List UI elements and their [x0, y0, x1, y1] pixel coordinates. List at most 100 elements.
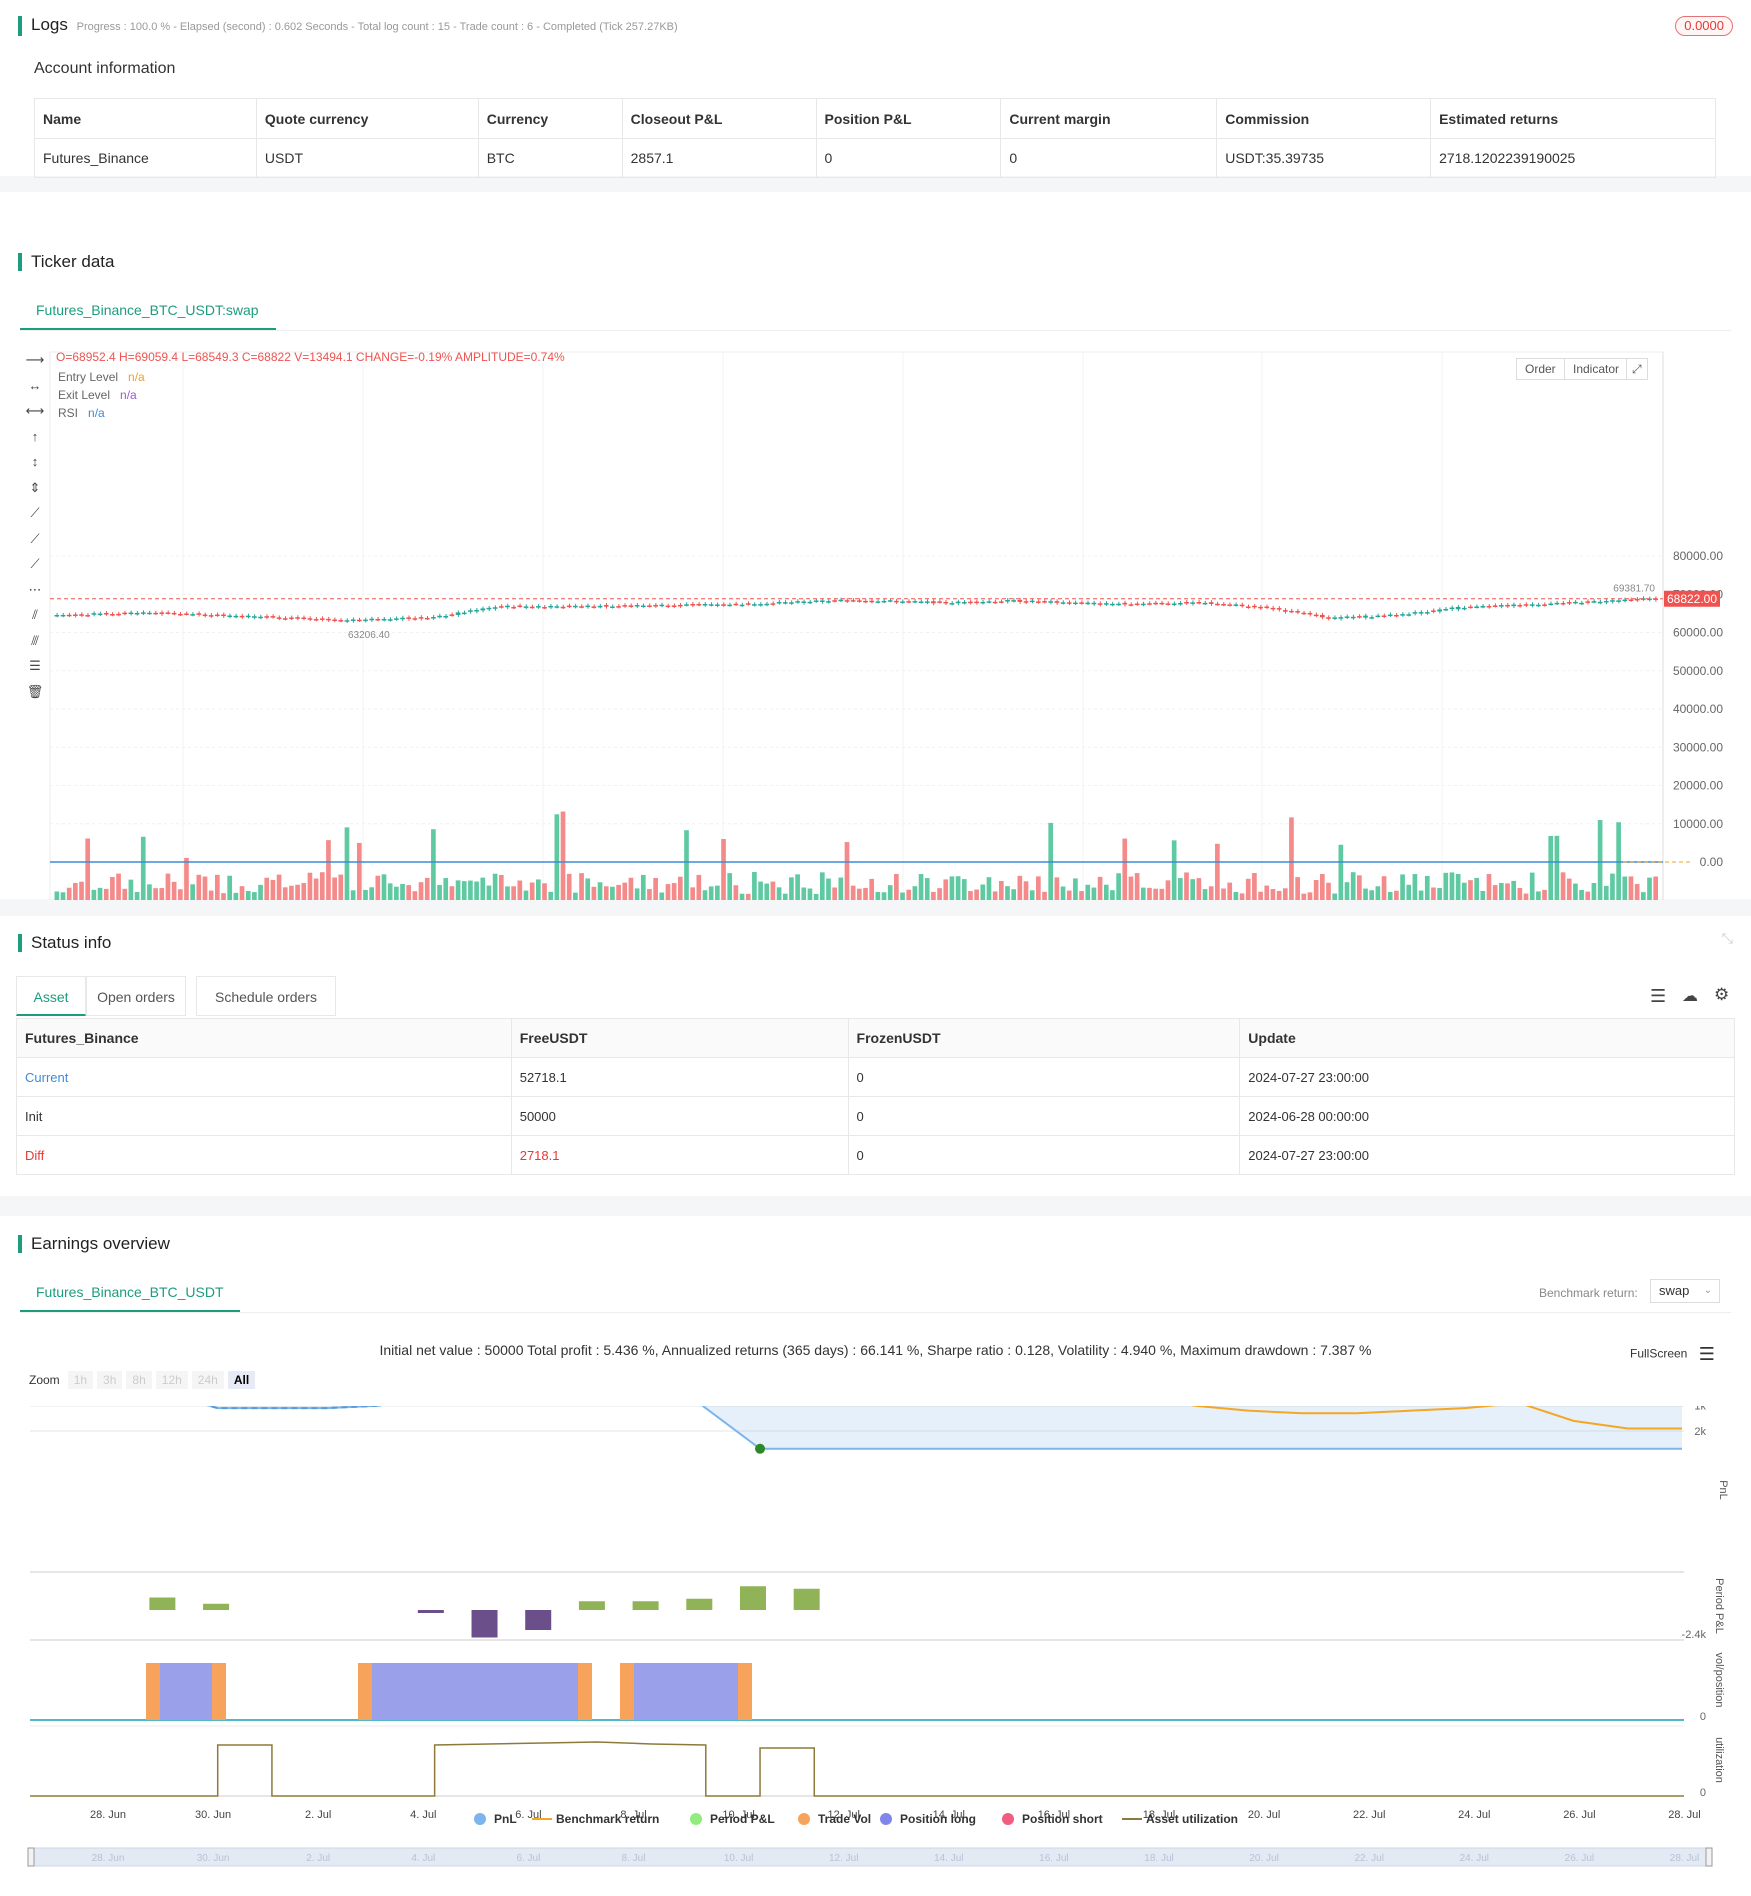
expand-icon[interactable]: ⤢: [1626, 358, 1648, 380]
candle-body: [634, 605, 640, 607]
legend-item[interactable]: Position short: [1002, 1812, 1103, 1826]
tab-asset[interactable]: Asset: [16, 976, 86, 1016]
tab-earnings-symbol[interactable]: Futures_Binance_BTC_USDT: [20, 1272, 240, 1312]
volume-bar: [1116, 873, 1121, 900]
zoom-button-1h[interactable]: 1h: [67, 1371, 94, 1389]
volume-bar: [1289, 817, 1294, 900]
candle-body: [1449, 607, 1455, 610]
volume-bar: [1566, 878, 1572, 900]
candle-body: [1023, 601, 1029, 603]
candle-body: [1560, 602, 1566, 605]
indicator-button[interactable]: Indicator: [1564, 358, 1629, 380]
candle-body: [153, 612, 158, 615]
gear-icon[interactable]: ⚙: [1714, 985, 1729, 1005]
legend-item[interactable]: PnL: [474, 1812, 517, 1826]
earnings-chart[interactable]: 2k1k0-1k-2k-3k-2.4k00PnLPeriod P&Lvol/po…: [0, 1406, 1751, 1886]
volume-bar: [869, 878, 875, 900]
candle-body: [1128, 604, 1134, 606]
candle-body: [1264, 606, 1270, 609]
candle-body: [1289, 610, 1294, 613]
volume-bar: [924, 878, 930, 900]
tab-schedule-orders[interactable]: Schedule orders: [196, 976, 336, 1016]
volume-bar: [1091, 887, 1097, 900]
candle-body: [424, 617, 430, 620]
volume-bar: [1542, 889, 1547, 900]
volume-bar: [1461, 882, 1467, 900]
candle-body: [449, 614, 455, 616]
volume-bar: [801, 887, 807, 900]
navigator-handle-left[interactable]: [27, 1847, 35, 1867]
candle-body: [887, 600, 893, 602]
list-icon[interactable]: ☰: [1650, 986, 1666, 1007]
tab-ticker-symbol[interactable]: Futures_Binance_BTC_USDT:swap: [20, 290, 276, 330]
zoom-button-24h[interactable]: 24h: [191, 1371, 224, 1389]
candle-body: [474, 610, 479, 612]
zoom-button-All[interactable]: All: [227, 1371, 256, 1389]
candle-body: [647, 605, 652, 607]
period-pnl-bar: [632, 1601, 659, 1610]
legend-label: RSI: [58, 406, 79, 420]
cloud-upload-icon[interactable]: ☁: [1682, 986, 1698, 1006]
current-price-label: 68822.00: [1667, 592, 1717, 606]
menu-icon[interactable]: ☰: [1699, 1344, 1715, 1364]
candle-body: [622, 605, 628, 607]
volume-bar: [1437, 887, 1442, 900]
volume-bar: [1270, 889, 1276, 900]
navigator-date-label: 28. Jun: [92, 1853, 125, 1864]
logs-section: Logs Progress : 100.0 % - Elapsed (secon…: [0, 0, 1751, 178]
volume-bar: [1128, 876, 1134, 900]
benchmark-select[interactable]: swap ⌄: [1650, 1279, 1720, 1303]
candle-body: [437, 615, 442, 618]
legend-item[interactable]: Position long: [880, 1812, 976, 1826]
zoom-button-8h[interactable]: 8h: [126, 1371, 152, 1389]
volume-bar: [628, 877, 634, 900]
zoom-button-12h[interactable]: 12h: [155, 1371, 188, 1389]
candle-body: [1079, 602, 1084, 604]
volume-bar: [573, 892, 578, 900]
candle-body: [931, 601, 936, 604]
candle-body: [1097, 603, 1103, 605]
candle-body: [1591, 601, 1597, 603]
volume-bar: [653, 877, 658, 900]
volume-bar: [603, 886, 609, 900]
legend-item[interactable]: Period P&L: [690, 1812, 775, 1826]
candle-body: [1344, 616, 1350, 618]
fullscreen-button[interactable]: FullScreen ☰: [1630, 1344, 1715, 1365]
volume-bar: [1042, 891, 1047, 900]
candle-body: [591, 606, 597, 608]
candle-body: [1011, 600, 1016, 602]
legend-item[interactable]: Trade Vol: [798, 1812, 871, 1826]
volume-bar: [579, 873, 584, 900]
tab-divider: [20, 330, 1731, 331]
volume-bar: [295, 884, 300, 900]
candlestick-chart[interactable]: 80000.0070000.0060000.0050000.0040000.00…: [0, 340, 1751, 900]
candle-body: [610, 606, 615, 608]
volume-bar: [1103, 884, 1109, 900]
axis-title: vol/position: [1713, 1652, 1725, 1707]
legend-item[interactable]: Benchmark return: [532, 1812, 659, 1826]
collapse-icon[interactable]: ⤡: [1722, 930, 1733, 947]
legend-item[interactable]: Asset utilization: [1122, 1812, 1238, 1826]
navigator-handle-right[interactable]: [1705, 1847, 1713, 1867]
candle-body: [980, 601, 986, 604]
volume-bar: [122, 888, 128, 900]
candle-body: [1517, 605, 1523, 607]
candle-body: [875, 601, 881, 603]
x-date-label: 20. Jul: [1248, 1809, 1280, 1821]
candle-body: [1029, 600, 1035, 603]
candle-body: [202, 614, 208, 617]
volume-bar: [745, 893, 751, 900]
candle-body: [79, 614, 84, 616]
volume-bar: [276, 874, 282, 900]
indicator-legend: Entry Level n/a Exit Level n/a RSI n/a: [58, 368, 145, 422]
volume-bar: [906, 889, 912, 900]
tab-open-orders[interactable]: Open orders: [86, 976, 186, 1016]
order-button[interactable]: Order: [1516, 358, 1565, 380]
table-cell: 0: [847, 1057, 1241, 1097]
candle-body: [1603, 600, 1609, 603]
volume-bar: [1387, 891, 1393, 900]
volume-bar: [622, 882, 628, 900]
zoom-button-3h[interactable]: 3h: [97, 1371, 123, 1389]
candle-body: [1036, 601, 1041, 603]
candle-body: [566, 605, 572, 608]
